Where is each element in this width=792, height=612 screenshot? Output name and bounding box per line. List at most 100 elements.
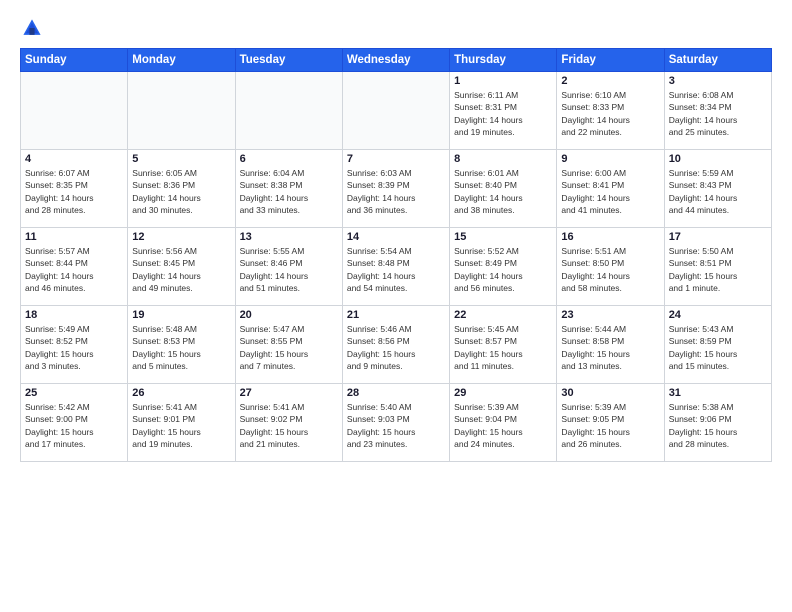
calendar-day-cell — [235, 72, 342, 150]
day-info: Sunrise: 6:08 AM Sunset: 8:34 PM Dayligh… — [669, 89, 767, 138]
day-number: 24 — [669, 309, 767, 321]
day-number: 11 — [25, 231, 123, 243]
calendar-week-row: 18 Sunrise: 5:49 AM Sunset: 8:52 PM Dayli… — [21, 306, 772, 384]
logo — [20, 16, 48, 40]
day-number: 15 — [454, 231, 552, 243]
calendar-day-cell: 29 Sunrise: 5:39 AM Sunset: 9:04 PM Dayli… — [450, 384, 557, 462]
day-info: Sunrise: 5:43 AM Sunset: 8:59 PM Dayligh… — [669, 323, 767, 372]
calendar-header-row: SundayMondayTuesdayWednesdayThursdayFrid… — [21, 49, 772, 72]
day-info: Sunrise: 5:40 AM Sunset: 9:03 PM Dayligh… — [347, 401, 445, 450]
calendar-day-cell — [128, 72, 235, 150]
calendar-day-cell: 3 Sunrise: 6:08 AM Sunset: 8:34 PM Daylig… — [664, 72, 771, 150]
day-info: Sunrise: 5:57 AM Sunset: 8:44 PM Dayligh… — [25, 245, 123, 294]
calendar-day-cell: 17 Sunrise: 5:50 AM Sunset: 8:51 PM Dayli… — [664, 228, 771, 306]
day-number: 30 — [561, 387, 659, 399]
day-info: Sunrise: 6:01 AM Sunset: 8:40 PM Dayligh… — [454, 167, 552, 216]
day-info: Sunrise: 5:39 AM Sunset: 9:05 PM Dayligh… — [561, 401, 659, 450]
calendar-day-cell: 4 Sunrise: 6:07 AM Sunset: 8:35 PM Daylig… — [21, 150, 128, 228]
day-info: Sunrise: 5:55 AM Sunset: 8:46 PM Dayligh… — [240, 245, 338, 294]
calendar-day-cell: 15 Sunrise: 5:52 AM Sunset: 8:49 PM Dayli… — [450, 228, 557, 306]
day-number: 27 — [240, 387, 338, 399]
day-number: 4 — [25, 153, 123, 165]
day-info: Sunrise: 5:56 AM Sunset: 8:45 PM Dayligh… — [132, 245, 230, 294]
day-number: 17 — [669, 231, 767, 243]
day-info: Sunrise: 6:00 AM Sunset: 8:41 PM Dayligh… — [561, 167, 659, 216]
calendar-week-row: 4 Sunrise: 6:07 AM Sunset: 8:35 PM Daylig… — [21, 150, 772, 228]
day-info: Sunrise: 5:42 AM Sunset: 9:00 PM Dayligh… — [25, 401, 123, 450]
calendar-week-row: 11 Sunrise: 5:57 AM Sunset: 8:44 PM Dayli… — [21, 228, 772, 306]
weekday-header: Thursday — [450, 49, 557, 72]
day-number: 21 — [347, 309, 445, 321]
day-number: 3 — [669, 75, 767, 87]
calendar-day-cell: 26Sunrise: 5:41 AM Sunset: 9:01 PM Dayli… — [128, 384, 235, 462]
day-number: 29 — [454, 387, 552, 399]
day-number: 18 — [25, 309, 123, 321]
day-info: Sunrise: 6:11 AM Sunset: 8:31 PM Dayligh… — [454, 89, 552, 138]
day-number: 2 — [561, 75, 659, 87]
calendar-day-cell: 7 Sunrise: 6:03 AM Sunset: 8:39 PM Daylig… — [342, 150, 449, 228]
calendar-day-cell: 31 Sunrise: 5:38 AM Sunset: 9:06 PM Dayli… — [664, 384, 771, 462]
day-number: 9 — [561, 153, 659, 165]
day-info: Sunrise: 5:44 AM Sunset: 8:58 PM Dayligh… — [561, 323, 659, 372]
calendar-day-cell — [342, 72, 449, 150]
day-info: Sunrise: 5:39 AM Sunset: 9:04 PM Dayligh… — [454, 401, 552, 450]
calendar-day-cell: 23 Sunrise: 5:44 AM Sunset: 8:58 PM Dayli… — [557, 306, 664, 384]
calendar-day-cell: 30 Sunrise: 5:39 AM Sunset: 9:05 PM Dayli… — [557, 384, 664, 462]
calendar-day-cell: 10 Sunrise: 5:59 AM Sunset: 8:43 PM Dayli… — [664, 150, 771, 228]
calendar-day-cell: 24 Sunrise: 5:43 AM Sunset: 8:59 PM Dayli… — [664, 306, 771, 384]
calendar-day-cell: 18 Sunrise: 5:49 AM Sunset: 8:52 PM Dayli… — [21, 306, 128, 384]
day-number: 20 — [240, 309, 338, 321]
day-info: Sunrise: 5:48 AM Sunset: 8:53 PM Dayligh… — [132, 323, 230, 372]
calendar-day-cell: 12 Sunrise: 5:56 AM Sunset: 8:45 PM Dayli… — [128, 228, 235, 306]
weekday-header: Sunday — [21, 49, 128, 72]
day-info: Sunrise: 5:38 AM Sunset: 9:06 PM Dayligh… — [669, 401, 767, 450]
calendar-day-cell: 8 Sunrise: 6:01 AM Sunset: 8:40 PM Daylig… — [450, 150, 557, 228]
day-info: Sunrise: 6:03 AM Sunset: 8:39 PM Dayligh… — [347, 167, 445, 216]
day-number: 25 — [25, 387, 123, 399]
weekday-header: Tuesday — [235, 49, 342, 72]
calendar-day-cell: 28 Sunrise: 5:40 AM Sunset: 9:03 PM Dayli… — [342, 384, 449, 462]
logo-icon — [20, 16, 44, 40]
calendar-day-cell: 16 Sunrise: 5:51 AM Sunset: 8:50 PM Dayli… — [557, 228, 664, 306]
calendar-day-cell: 14Sunrise: 5:54 AM Sunset: 8:48 PM Dayli… — [342, 228, 449, 306]
calendar-page: SundayMondayTuesdayWednesdayThursdayFrid… — [0, 0, 792, 612]
calendar-day-cell: 21Sunrise: 5:46 AM Sunset: 8:56 PM Dayli… — [342, 306, 449, 384]
day-info: Sunrise: 5:59 AM Sunset: 8:43 PM Dayligh… — [669, 167, 767, 216]
day-number: 10 — [669, 153, 767, 165]
day-info: Sunrise: 6:05 AM Sunset: 8:36 PM Dayligh… — [132, 167, 230, 216]
day-info: Sunrise: 5:51 AM Sunset: 8:50 PM Dayligh… — [561, 245, 659, 294]
calendar-day-cell: 19 Sunrise: 5:48 AM Sunset: 8:53 PM Dayli… — [128, 306, 235, 384]
day-info: Sunrise: 5:52 AM Sunset: 8:49 PM Dayligh… — [454, 245, 552, 294]
day-number: 5 — [132, 153, 230, 165]
day-number: 8 — [454, 153, 552, 165]
day-number: 19 — [132, 309, 230, 321]
weekday-header: Saturday — [664, 49, 771, 72]
day-number: 12 — [132, 231, 230, 243]
page-header — [20, 16, 772, 40]
day-info: Sunrise: 5:50 AM Sunset: 8:51 PM Dayligh… — [669, 245, 767, 294]
day-number: 28 — [347, 387, 445, 399]
day-number: 26 — [132, 387, 230, 399]
weekday-header: Wednesday — [342, 49, 449, 72]
calendar-table: SundayMondayTuesdayWednesdayThursdayFrid… — [20, 48, 772, 462]
day-number: 16 — [561, 231, 659, 243]
day-number: 13 — [240, 231, 338, 243]
day-number: 23 — [561, 309, 659, 321]
calendar-day-cell: 20Sunrise: 5:47 AM Sunset: 8:55 PM Dayli… — [235, 306, 342, 384]
calendar-day-cell: 27Sunrise: 5:41 AM Sunset: 9:02 PM Dayli… — [235, 384, 342, 462]
day-info: Sunrise: 5:49 AM Sunset: 8:52 PM Dayligh… — [25, 323, 123, 372]
calendar-day-cell: 5 Sunrise: 6:05 AM Sunset: 8:36 PM Daylig… — [128, 150, 235, 228]
calendar-day-cell: 22Sunrise: 5:45 AM Sunset: 8:57 PM Dayli… — [450, 306, 557, 384]
calendar-day-cell: 13 Sunrise: 5:55 AM Sunset: 8:46 PM Dayli… — [235, 228, 342, 306]
day-number: 7 — [347, 153, 445, 165]
day-info: Sunrise: 6:07 AM Sunset: 8:35 PM Dayligh… — [25, 167, 123, 216]
calendar-week-row: 25 Sunrise: 5:42 AM Sunset: 9:00 PM Dayli… — [21, 384, 772, 462]
day-info: Sunrise: 6:04 AM Sunset: 8:38 PM Dayligh… — [240, 167, 338, 216]
day-number: 31 — [669, 387, 767, 399]
calendar-day-cell: 25 Sunrise: 5:42 AM Sunset: 9:00 PM Dayli… — [21, 384, 128, 462]
calendar-day-cell: 11 Sunrise: 5:57 AM Sunset: 8:44 PM Dayli… — [21, 228, 128, 306]
calendar-day-cell — [21, 72, 128, 150]
day-number: 6 — [240, 153, 338, 165]
day-number: 22 — [454, 309, 552, 321]
day-info: Sunrise: 5:54 AM Sunset: 8:48 PM Dayligh… — [347, 245, 445, 294]
